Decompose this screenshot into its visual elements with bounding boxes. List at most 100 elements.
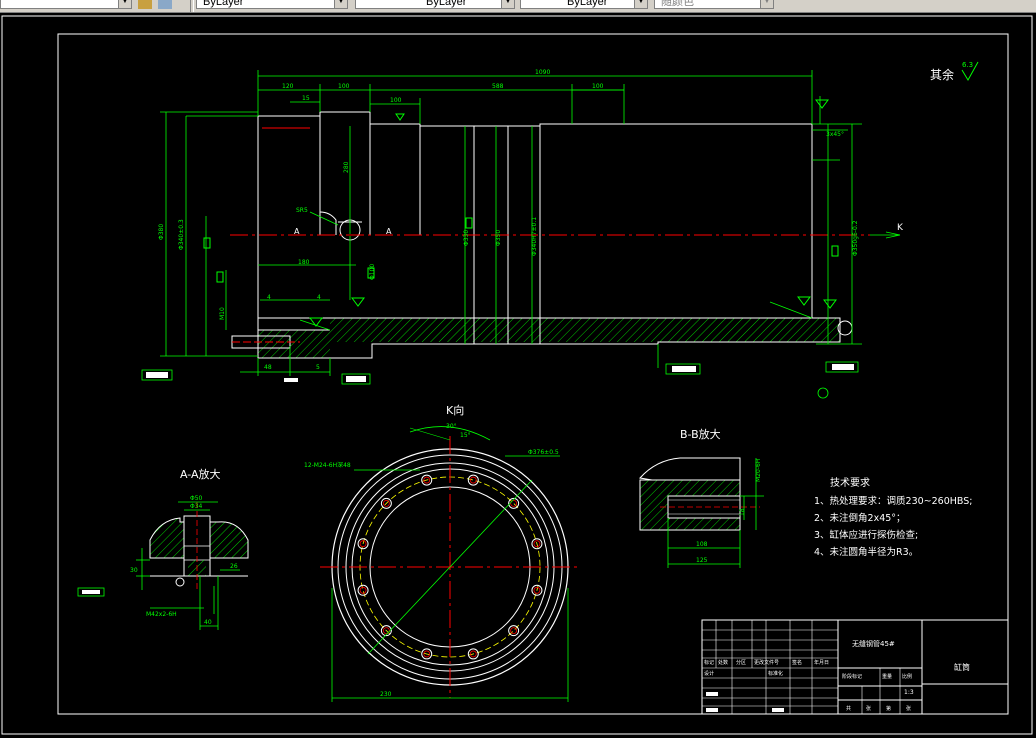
bolt-hole-thread: [359, 540, 367, 548]
hatched-end-section: [812, 318, 840, 342]
chevron-down-icon[interactable]: ▼: [118, 0, 131, 8]
material: 无缝钢管45#: [852, 639, 895, 648]
k-holes-note: 12-M24-6H深48: [304, 461, 351, 469]
chevron-down-icon[interactable]: ▼: [760, 0, 773, 8]
datum-label: [146, 372, 168, 378]
standard-label: 标准化: [768, 670, 783, 677]
tech-item: 4、未注圆角半径为R3。: [814, 546, 918, 558]
dim-chamfer: 3x45°: [826, 131, 844, 138]
dim-dia-mid-3: Φ340H7±0.1: [531, 217, 538, 256]
view-mark-k: K: [897, 223, 904, 233]
section-mark-a-left: A: [294, 227, 300, 236]
dim-180: 180: [298, 259, 310, 266]
k-angle2: 15°: [460, 432, 471, 439]
dim-s85: SR5: [296, 207, 308, 214]
row-label: 分区: [736, 659, 746, 666]
design-label: 设计: [704, 670, 714, 677]
sheet-label: 共: [846, 705, 851, 712]
detail-a-d-bottom: 40: [204, 619, 212, 626]
dim-100a: 100: [338, 83, 350, 90]
surface-finish-note: 其余: [930, 67, 954, 82]
stage-label: 比例: [902, 673, 912, 680]
detail-a-title: A-A放大: [180, 467, 221, 481]
chevron-down-icon[interactable]: ▼: [634, 0, 647, 8]
sheet-label: 第: [886, 705, 891, 712]
detail-b-d-vertical: 18: [739, 508, 746, 516]
dim-dia-left-2: Φ340±0.3: [178, 219, 185, 250]
tech-item: 1、热处理要求：调质230~260HBS;: [814, 495, 973, 507]
detail-b-d-horz1: 108: [696, 541, 708, 548]
bolt-hole: [357, 538, 369, 550]
dim-588: 588: [492, 83, 504, 90]
finish-value: 6.3: [962, 61, 973, 69]
detail-b-d-side: M20-6H: [755, 459, 762, 482]
chevron-down-icon[interactable]: ▼: [501, 0, 514, 8]
chevron-down-icon[interactable]: ▼: [334, 0, 347, 8]
toolbar-separator: [190, 0, 194, 12]
detail-a-d-top2: Φ34: [190, 503, 203, 510]
bolt-hole: [508, 625, 520, 637]
color-control-value: ByLayer: [203, 0, 244, 8]
dim-280: 280: [343, 161, 350, 173]
row-label: 处数: [718, 659, 728, 666]
hatched-wall-section: [330, 318, 812, 342]
title-block: 无缝钢管45# 缸筒 1:3 标记 处数 分区 更改文件号 签名 年月日 设计 …: [701, 619, 1009, 715]
bolt-hole-thread: [510, 627, 518, 635]
layer-dropdown[interactable]: ▼: [0, 0, 132, 9]
stage-label: 重量: [882, 673, 892, 680]
part-name: 缸筒: [954, 662, 970, 672]
tech-title: 技术要求: [830, 476, 870, 489]
section-mark-a-right: A: [386, 227, 392, 236]
detail-b-b: B-B放大 18 108 125 M20-6H: [639, 427, 764, 568]
k-view: K向 30° 15° 12-M24-6H深48 Φ376±0.5 230: [304, 403, 580, 702]
dim-5: 5: [316, 364, 320, 371]
linetype-control-dropdown[interactable]: ByLayer ▼: [355, 0, 515, 9]
lineweight-control-value: ByLayer: [567, 0, 608, 8]
dim-15: 15: [302, 95, 310, 102]
detail-a-d-side1: 30: [130, 567, 138, 574]
drawing-canvas[interactable]: 其余 6.3 1090 120 100 100 15 588 100 280 S…: [0, 12, 1036, 738]
layer-states-icon[interactable]: [138, 0, 152, 9]
detail-b-d-horz2: 125: [696, 557, 708, 564]
tech-item: 3、缸体应进行探伤检查;: [814, 529, 918, 541]
bolt-hole-thread: [359, 586, 367, 594]
plotstyle-control-dropdown[interactable]: 随颜色 ▼: [654, 0, 774, 9]
hatched-flange-section: [258, 330, 330, 358]
bolt-hole-thread: [469, 476, 477, 484]
k-view-title: K向: [446, 403, 464, 417]
row-label: 更改文件号: [754, 659, 779, 666]
dim-120: 120: [282, 83, 294, 90]
tech-item: 2、未注倒角2x45°；: [814, 512, 906, 524]
dim-4a: 4: [267, 294, 271, 301]
lineweight-control-dropdown[interactable]: ByLayer ▼: [520, 0, 648, 9]
dim-dia-mid-1: Φ330: [463, 230, 470, 246]
row-label: 标记: [704, 659, 714, 666]
scale: 1:3: [904, 689, 914, 696]
detail-a-thread: M42x2-6H: [146, 611, 177, 618]
row-label: 年月日: [814, 659, 829, 666]
linetype-control-value: ByLayer: [426, 0, 467, 8]
dim-dia-right: Φ350g6-0.2: [852, 220, 859, 256]
roughness-mark-icon: [395, 113, 405, 121]
main-section-view: 1090 120 100 100 15 588 100 280 SR5 180 …: [141, 69, 904, 399]
dim-dia-mid-2: Φ350: [495, 230, 502, 246]
sheet-inner-frame: [57, 33, 1009, 715]
dim-150: Φ100: [369, 264, 376, 280]
plotstyle-control-value: 随颜色: [661, 0, 694, 8]
dim-48: 48: [264, 364, 272, 371]
sheet-label: 张: [906, 705, 911, 712]
dim-thread-hole: M10: [219, 307, 226, 320]
k-bottom-dim: 230: [380, 691, 392, 698]
k-angle: 30°: [446, 423, 457, 430]
detail-b-title: B-B放大: [680, 427, 721, 441]
detail-a-a: A-A放大 Φ50 Φ34 30 26 M42x2-6H 40: [77, 467, 249, 630]
sheet-label: 张: [866, 705, 871, 712]
layer-previous-icon[interactable]: [158, 0, 172, 9]
detail-a-d-top1: Φ50: [190, 495, 203, 502]
bolt-hole: [357, 584, 369, 596]
k-pcd-note: Φ376±0.5: [528, 449, 559, 456]
color-control-dropdown[interactable]: ByLayer ▼: [196, 0, 348, 9]
row-label: 签名: [792, 659, 802, 666]
dim-4b: 4: [317, 294, 321, 301]
technical-requirements: 技术要求 1、热处理要求：调质230~260HBS; 2、未注倒角2x45°； …: [814, 476, 973, 558]
